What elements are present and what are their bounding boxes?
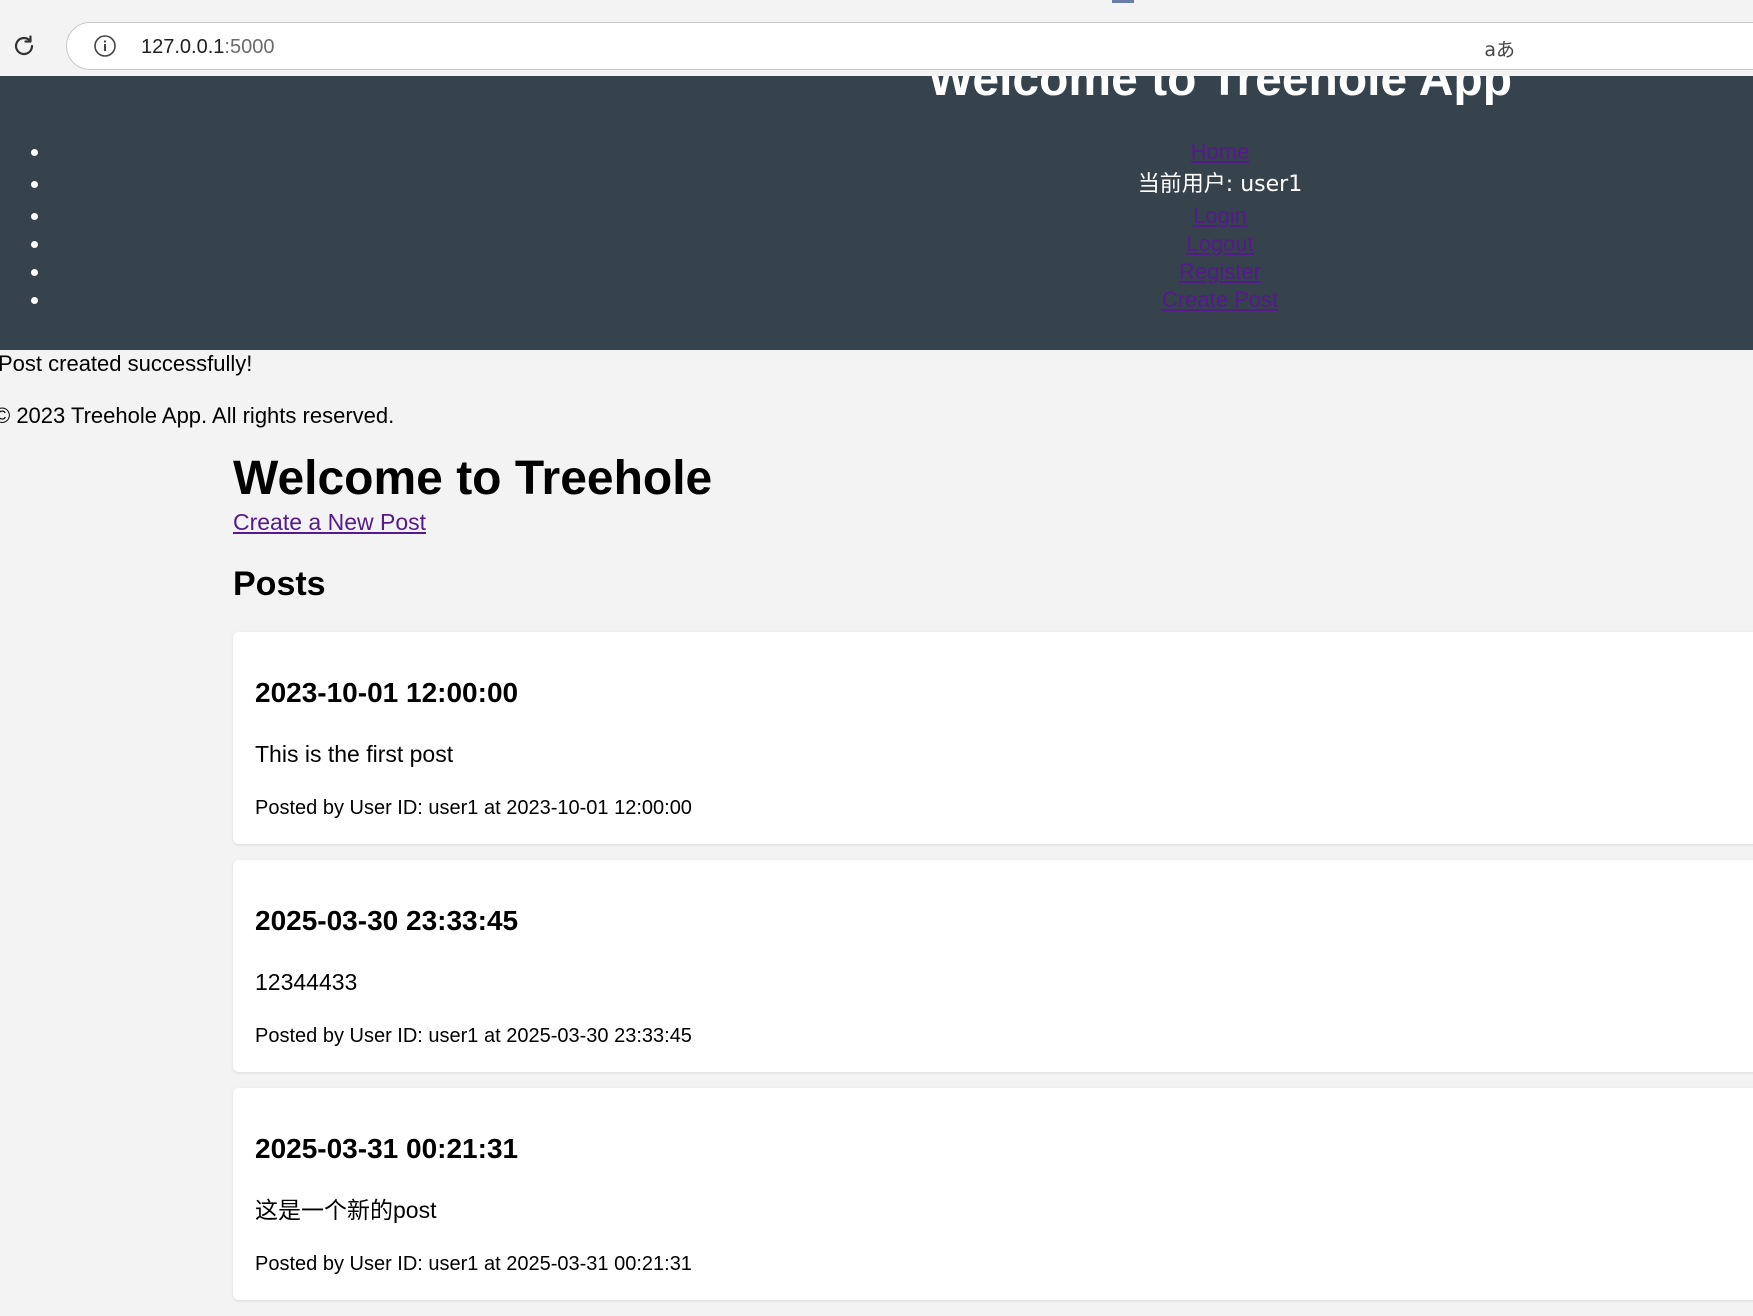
nav-item-create-post: Create Post xyxy=(0,286,1753,314)
post-list: 2023-10-01 12:00:00 This is the first po… xyxy=(233,632,1753,1300)
site-title: Welcome to Treehole App xyxy=(927,76,1513,106)
list-bullet xyxy=(31,181,38,188)
post-meta: Posted by User ID: user1 at 2025-03-30 2… xyxy=(255,1025,692,1047)
nav-item-login: Login xyxy=(0,202,1753,230)
create-new-post-link[interactable]: Create a New Post xyxy=(233,508,426,536)
url-host: 127.0.0.1 xyxy=(141,36,225,58)
post-card: 2025-03-30 23:33:45 12344433 Posted by U… xyxy=(233,860,1753,1072)
nav-item-home: Home xyxy=(0,138,1753,166)
nav-item-current-user: 当前用户: user1 xyxy=(0,166,1753,202)
url-port: :5000 xyxy=(224,36,275,58)
reload-button[interactable] xyxy=(6,28,42,64)
nav-link-home[interactable]: Home xyxy=(1191,139,1250,164)
address-bar[interactable]: 127.0.0.1:5000 aあ xyxy=(66,22,1753,70)
list-bullet xyxy=(31,241,38,248)
nav-link-login[interactable]: Login xyxy=(1193,203,1247,228)
post-content: This is the first post xyxy=(255,741,454,767)
main-content: Welcome to Treehole Create a New Post Po… xyxy=(233,448,1753,1316)
nav-menu: Home 当前用户: user1 Login Logout Register C… xyxy=(0,138,1753,314)
nav-link-register[interactable]: Register xyxy=(1179,259,1261,284)
url-text[interactable]: 127.0.0.1:5000 xyxy=(141,36,274,58)
post-card: 2023-10-01 12:00:00 This is the first po… xyxy=(233,632,1753,844)
post-timestamp: 2023-10-01 12:00:00 xyxy=(255,677,519,708)
post-meta: Posted by User ID: user1 at 2025-03-31 0… xyxy=(255,1253,692,1275)
flash-message: Post created successfully! xyxy=(0,351,253,376)
page-title: Welcome to Treehole xyxy=(233,452,713,505)
nav-link-create-post[interactable]: Create Post xyxy=(1162,287,1278,312)
info-icon[interactable] xyxy=(93,34,117,58)
reload-icon xyxy=(14,35,34,56)
browser-toolbar: 127.0.0.1:5000 aあ xyxy=(0,0,1753,76)
posts-heading: Posts xyxy=(233,565,326,603)
list-bullet xyxy=(31,297,38,304)
list-bullet xyxy=(31,213,38,220)
list-bullet xyxy=(31,149,38,156)
tab-indicator xyxy=(1112,0,1134,3)
copyright-text: © 2023 Treehole App. All rights reserved… xyxy=(0,403,395,428)
post-content: 这是一个新的post xyxy=(255,1197,437,1223)
nav-link-logout[interactable]: Logout xyxy=(1186,231,1253,256)
post-timestamp: 2025-03-31 00:21:31 xyxy=(255,1133,519,1164)
list-bullet xyxy=(31,269,38,276)
nav-item-logout: Logout xyxy=(0,230,1753,258)
post-meta: Posted by User ID: user1 at 2023-10-01 1… xyxy=(255,797,692,819)
translate-icon[interactable]: aあ xyxy=(1484,35,1515,62)
site-header: Welcome to Treehole App Home 当前用户: user1… xyxy=(0,76,1753,350)
post-card: 2025-03-31 00:21:31 这是一个新的post Posted by… xyxy=(233,1088,1753,1300)
nav-item-register: Register xyxy=(0,258,1753,286)
current-user-label: 当前用户: user1 xyxy=(1137,172,1303,197)
post-content: 12344433 xyxy=(255,969,358,995)
post-timestamp: 2025-03-30 23:33:45 xyxy=(255,905,519,936)
